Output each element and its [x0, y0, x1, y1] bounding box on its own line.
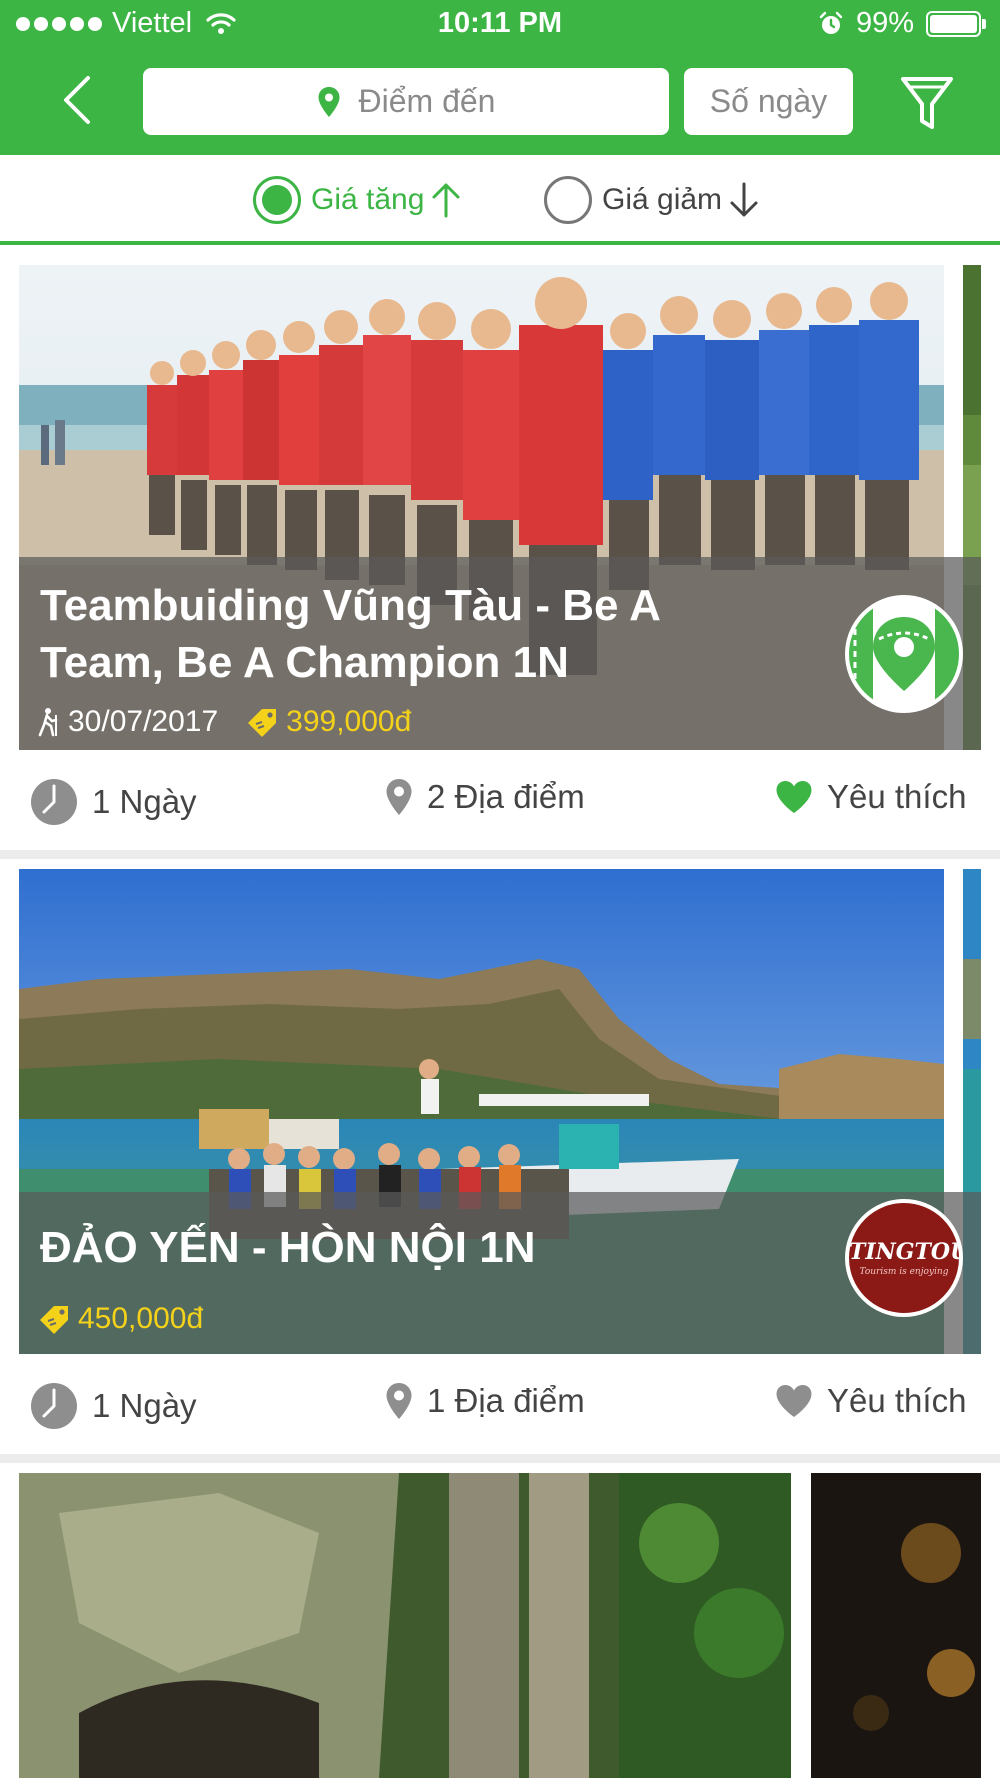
sort-desc-label: Giá giảm	[602, 183, 723, 216]
days-input[interactable]: Số ngày	[684, 68, 853, 135]
battery-icon	[926, 10, 986, 37]
tour-price: 450,000đ	[78, 1302, 204, 1335]
destination-input[interactable]: Điểm đến	[143, 68, 669, 135]
sort-bar: Giá tăng Giá giảm	[0, 155, 1000, 245]
favorite-label: Yêu thích	[827, 778, 967, 815]
tour-price: 399,000đ	[286, 705, 412, 738]
operator-logo[interactable]	[845, 595, 963, 713]
map-pin-logo-icon	[849, 599, 959, 709]
clock-icon	[31, 1383, 77, 1429]
tour-places: 1 Địa điểm	[385, 1382, 585, 1420]
location-pin-icon	[386, 1383, 412, 1419]
heart-outline-icon	[776, 1385, 812, 1417]
operator-logo-text: TINGTOUR	[849, 1239, 959, 1265]
destination-placeholder: Điểm đến	[358, 83, 496, 119]
sort-price-descending[interactable]: Giá giảm	[544, 175, 760, 225]
clock-icon	[31, 779, 77, 825]
tour-title: ĐẢO YẾN - HÒN NỘI 1N	[40, 1223, 536, 1272]
tour-meta: 450,000đ	[36, 1302, 203, 1336]
sort-price-ascending[interactable]: Giá tăng	[253, 175, 462, 225]
arrow-down-icon	[730, 182, 758, 217]
tour-duration-label: 1 Ngày	[92, 783, 197, 820]
filter-icon	[901, 77, 953, 129]
sort-asc-label: Giá tăng	[311, 183, 425, 216]
status-bar: Viettel 10:11 PM 99%	[0, 0, 1000, 48]
operator-logo[interactable]: TINGTOUR Tourism is enjoying	[845, 1199, 963, 1317]
tour-photo	[19, 1473, 791, 1778]
app-screen: Viettel 10:11 PM 99% Điểm đến Số ngày Gi…	[0, 0, 1000, 1778]
radio-selected-icon	[253, 176, 301, 224]
tour-date: 30/07/2017	[68, 705, 219, 738]
tour-places-label: 2 Địa điểm	[427, 778, 585, 815]
tour-duration-label: 1 Ngày	[92, 1387, 197, 1424]
location-pin-icon	[386, 779, 412, 815]
hiker-icon	[38, 708, 58, 737]
filter-button[interactable]	[895, 70, 959, 134]
radio-unselected-icon	[544, 176, 592, 224]
tour-places-label: 1 Địa điểm	[427, 1382, 585, 1419]
chevron-left-icon	[64, 76, 90, 124]
alarm-icon	[819, 11, 843, 34]
card-separator	[0, 850, 1000, 859]
back-button[interactable]	[52, 70, 102, 130]
tour-info-row: 1 Ngày 1 Địa điểm Yêu thích	[0, 1354, 1000, 1454]
tour-title: Teambuiding Vũng Tàu - Be A Team, Be A C…	[40, 581, 660, 687]
heart-filled-icon	[776, 781, 812, 813]
next-tour-photo-peek	[811, 1473, 981, 1778]
location-pin-icon	[318, 86, 340, 117]
operator-logo-slogan: Tourism is enjoying	[859, 1267, 949, 1277]
tour-meta: 30/07/2017 399,000đ	[36, 705, 411, 739]
price-tag-icon	[40, 1306, 68, 1334]
tour-info-row: 1 Ngày 2 Địa điểm Yêu thích	[0, 750, 1000, 850]
tour-places: 2 Địa điểm	[385, 778, 585, 816]
tour-duration: 1 Ngày	[30, 778, 197, 826]
favorite-button[interactable]: Yêu thích	[775, 1382, 966, 1420]
favorite-label: Yêu thích	[827, 1382, 967, 1419]
price-tag-icon	[248, 709, 277, 737]
tour-duration: 1 Ngày	[30, 1382, 197, 1430]
arrow-up-icon	[432, 183, 460, 218]
battery-percent: 99%	[855, 7, 914, 39]
card-separator	[0, 1454, 1000, 1463]
status-right: 99%	[818, 7, 986, 40]
days-placeholder: Số ngày	[709, 83, 828, 119]
favorite-button[interactable]: Yêu thích	[775, 778, 966, 816]
